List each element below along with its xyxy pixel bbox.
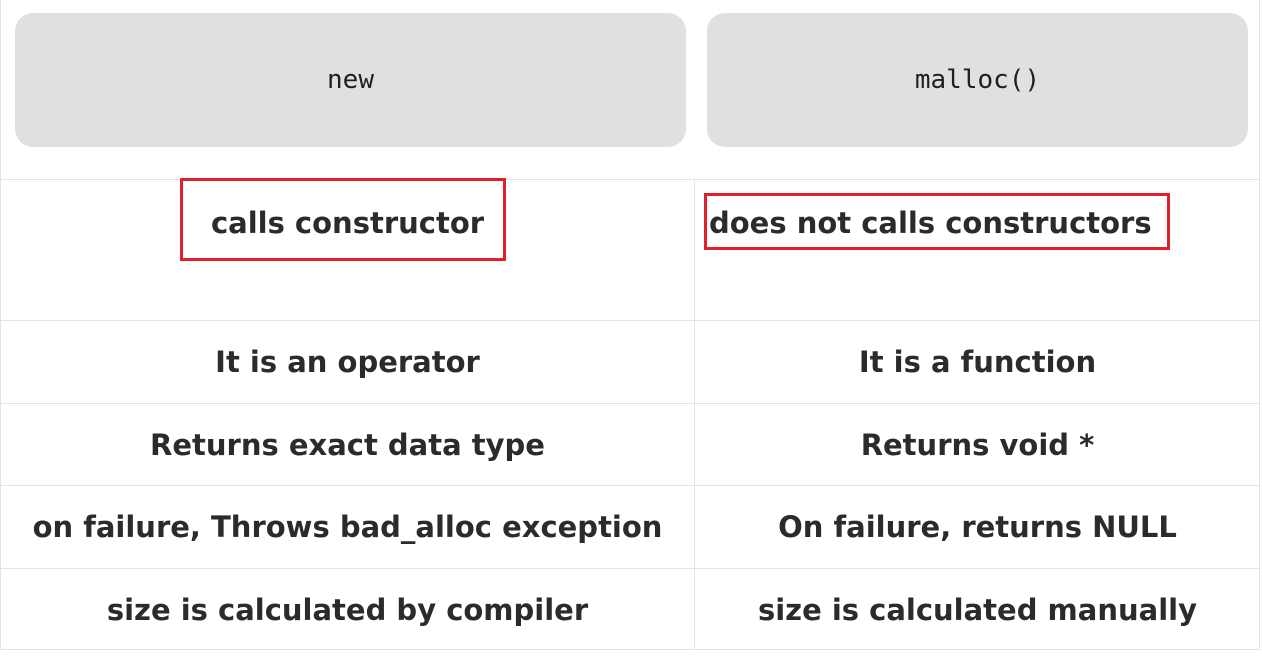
- cell-new-size: size is calculated by compiler: [106, 592, 589, 627]
- header-malloc: malloc(): [707, 13, 1248, 147]
- cell-new-failure: on failure, Throws bad_alloc exception: [32, 510, 663, 544]
- highlight-box-malloc-constructor: [704, 193, 1170, 250]
- highlight-box-new-constructor: [180, 178, 506, 261]
- cell-malloc-type: It is a function: [694, 321, 1260, 403]
- header-new: new: [15, 13, 686, 147]
- table-row: size is calculated by compiler size is c…: [1, 568, 1259, 650]
- cell-new-return: Returns exact data type: [150, 427, 545, 462]
- table-row: It is an operator It is a function: [1, 320, 1259, 403]
- cell-new-type: It is an operator: [215, 345, 480, 379]
- cell-malloc-return: Returns void *: [694, 404, 1260, 485]
- cell-malloc-size: size is calculated manually: [694, 569, 1260, 650]
- cell-malloc-failure: On failure, returns NULL: [694, 486, 1260, 568]
- table-row: on failure, Throws bad_alloc exception O…: [1, 485, 1259, 568]
- comparison-table: new malloc() calls constructor does not …: [0, 0, 1260, 650]
- table-header-row: new malloc(): [1, 0, 1259, 179]
- table-row: Returns exact data type Returns void *: [1, 403, 1259, 485]
